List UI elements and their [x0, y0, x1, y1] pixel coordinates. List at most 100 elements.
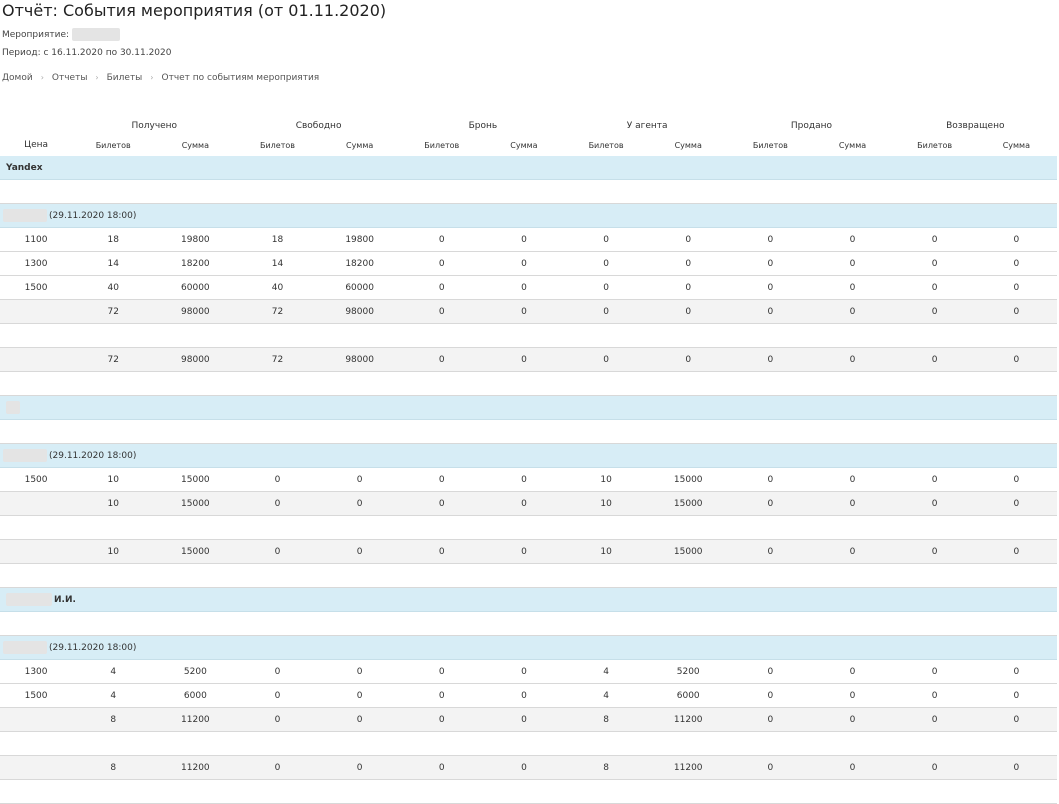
value-cell: 11200 [647, 755, 730, 780]
value-cell: 10 [565, 467, 648, 492]
price-cell [0, 707, 73, 732]
empty-header [0, 118, 72, 134]
value-cell: 72 [236, 299, 319, 324]
spacer-row [0, 731, 1057, 756]
value-cell: 0 [975, 659, 1057, 684]
value-cell: 0 [811, 659, 894, 684]
value-cell: 0 [482, 707, 565, 732]
value-cell: 0 [647, 251, 730, 276]
value-cell: 0 [400, 299, 483, 324]
value-cell: 0 [400, 227, 483, 252]
value-cell: 0 [729, 491, 812, 516]
value-cell: 0 [729, 539, 812, 564]
value-cell: 0 [236, 755, 319, 780]
spacer-cell [0, 323, 1057, 348]
chevron-right-icon: › [95, 73, 99, 82]
redacted-name [6, 401, 20, 414]
value-cell: 10 [565, 491, 648, 516]
spacer-row [0, 563, 1057, 588]
redacted-name [3, 209, 47, 222]
sub-header-row: Цена Билетов Сумма Билетов Сумма Билетов… [0, 134, 1057, 156]
value-cell: 0 [811, 275, 894, 300]
value-cell: 60000 [154, 275, 237, 300]
price-cell: 1500 [0, 683, 73, 708]
value-cell: 0 [893, 227, 976, 252]
value-cell: 0 [811, 227, 894, 252]
subtotal-row: 72 98000 72 98000 0 0 0 0 0 0 0 0 [0, 299, 1057, 324]
sum-header: Сумма [345, 140, 374, 150]
agent-cell: И.И. [0, 587, 1057, 612]
value-cell: 0 [893, 467, 976, 492]
table-row: 1500 10 15000 0 0 0 0 10 15000 0 0 0 0 [0, 467, 1057, 492]
sum-header: Сумма [510, 140, 538, 150]
value-cell: 0 [893, 251, 976, 276]
value-cell: 6000 [647, 683, 730, 708]
value-cell: 0 [893, 755, 976, 780]
value-cell: 0 [482, 539, 565, 564]
value-cell: 0 [318, 659, 401, 684]
value-cell: 4 [565, 659, 648, 684]
value-cell: 4 [72, 683, 155, 708]
breadcrumb-reports[interactable]: Отчеты [52, 73, 88, 83]
value-cell: 0 [647, 275, 730, 300]
value-cell: 0 [893, 539, 976, 564]
price-header: Цена [24, 140, 49, 150]
value-cell: 0 [318, 707, 401, 732]
spacer-cell [0, 611, 1057, 636]
spacer-cell [0, 731, 1057, 756]
value-cell: 40 [72, 275, 155, 300]
value-cell: 15000 [154, 491, 237, 516]
value-cell: 5200 [154, 659, 237, 684]
value-cell: 8 [72, 755, 155, 780]
value-cell: 6000 [154, 683, 237, 708]
subtotal-row: 8 11200 0 0 0 0 8 11200 0 0 0 0 [0, 707, 1057, 732]
breadcrumb-tickets[interactable]: Билеты [107, 73, 143, 83]
value-cell: 0 [236, 467, 319, 492]
value-cell: 11200 [154, 755, 237, 780]
value-cell: 0 [811, 539, 894, 564]
sum-header: Сумма [838, 140, 867, 150]
price-cell [0, 347, 73, 372]
value-cell: 0 [400, 683, 483, 708]
spacer-cell [0, 563, 1057, 588]
page-title: Отчёт: События мероприятия (от 01.11.202… [2, 1, 387, 20]
redacted-name [3, 449, 47, 462]
value-cell: 40 [236, 275, 319, 300]
value-cell: 0 [975, 347, 1057, 372]
value-cell: 0 [400, 347, 483, 372]
value-cell: 60000 [318, 275, 401, 300]
table-row: 1500 4 6000 0 0 0 0 4 6000 0 0 0 0 [0, 683, 1057, 708]
agent-total-row: 72 98000 72 98000 0 0 0 0 0 0 0 0 [0, 347, 1057, 372]
value-cell: 0 [975, 491, 1057, 516]
value-cell: 14 [236, 251, 319, 276]
sum-header: Сумма [1002, 140, 1030, 150]
value-cell: 0 [811, 707, 894, 732]
spacer-cell [0, 779, 1057, 804]
sum-header: Сумма [181, 140, 209, 150]
event-line: Мероприятие: [2, 28, 120, 41]
value-cell: 0 [318, 755, 401, 780]
value-cell: 0 [729, 683, 812, 708]
value-cell: 10 [72, 491, 155, 516]
breadcrumb-home[interactable]: Домой [2, 73, 33, 83]
value-cell: 0 [482, 683, 565, 708]
value-cell: 10 [72, 467, 155, 492]
breadcrumb-current: Отчет по событиям мероприятия [161, 73, 320, 83]
value-cell: 0 [729, 275, 812, 300]
value-cell: 98000 [318, 347, 401, 372]
sum-header: Сумма [674, 140, 702, 150]
tickets-header: Билетов [95, 140, 131, 150]
price-cell [0, 491, 73, 516]
table-row: 1300 4 5200 0 0 0 0 4 5200 0 0 0 0 [0, 659, 1057, 684]
value-cell: 0 [647, 347, 730, 372]
value-cell: 0 [565, 347, 648, 372]
value-cell: 0 [318, 467, 401, 492]
value-cell: 0 [482, 227, 565, 252]
value-cell: 0 [318, 539, 401, 564]
value-cell: 0 [729, 251, 812, 276]
value-cell: 10 [72, 539, 155, 564]
value-cell: 11200 [154, 707, 237, 732]
value-cell: 0 [236, 683, 319, 708]
value-cell: 0 [482, 491, 565, 516]
spacer-row [0, 323, 1057, 348]
